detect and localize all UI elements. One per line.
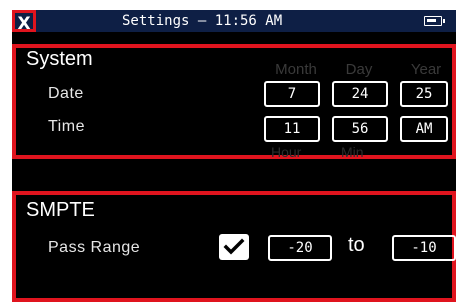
year-field[interactable]: 25 <box>400 81 448 107</box>
range-to-field[interactable]: -10 <box>392 235 456 261</box>
settings-screen: X Settings — 11:56 AM System Month Day Y… <box>12 10 456 302</box>
time-label: Time <box>48 118 85 135</box>
hour-header: Hour <box>271 144 302 160</box>
title-bar: X Settings — 11:56 AM <box>12 10 456 34</box>
close-button[interactable]: X <box>12 10 36 34</box>
system-title: System <box>26 48 93 70</box>
minute-field[interactable]: 56 <box>332 116 388 142</box>
smpte-title: SMPTE <box>26 199 95 221</box>
date-label: Date <box>48 85 84 102</box>
smpte-panel: SMPTE Pass Range -20 to -10 <box>12 191 456 302</box>
window-title: Settings — 11:56 AM <box>122 13 283 29</box>
checkmark-icon <box>223 238 245 255</box>
range-from-field[interactable]: -20 <box>268 235 332 261</box>
day-header: Day <box>345 61 373 78</box>
day-field[interactable]: 24 <box>332 81 388 107</box>
year-header: Year <box>410 61 442 78</box>
ampm-field[interactable]: AM <box>400 116 448 142</box>
to-label: to <box>348 234 365 256</box>
battery-icon <box>424 16 445 26</box>
month-field[interactable]: 7 <box>264 81 320 107</box>
hour-field[interactable]: 11 <box>264 116 320 142</box>
system-panel: System Month Day Year Date 7 24 25 Time … <box>12 44 456 160</box>
min-header: Min <box>341 144 364 160</box>
month-header: Month <box>275 61 317 78</box>
pass-range-label: Pass Range <box>48 239 141 256</box>
pass-range-checkbox[interactable] <box>219 234 249 260</box>
